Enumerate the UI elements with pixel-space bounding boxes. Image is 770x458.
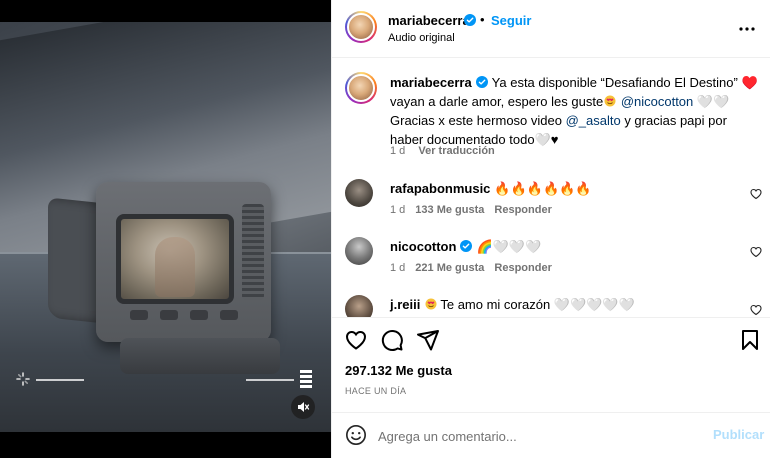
- caption-text: mariabecerra Ya esta disponible “Desafian…: [390, 73, 760, 149]
- heart-icon[interactable]: [344, 328, 368, 352]
- caption-username[interactable]: mariabecerra: [390, 75, 472, 90]
- verified-badge-icon: [464, 14, 476, 26]
- loading-spinner-icon: [16, 372, 30, 386]
- comment-item: nicocotton 🌈🤍🤍🤍 1 d 221 Me gusta Responder: [332, 237, 770, 295]
- comment-text: 🌈🤍🤍🤍: [476, 239, 542, 254]
- brand-logo-icon: [300, 370, 312, 388]
- heart-eyes-emoji-icon: [604, 95, 616, 107]
- comment-text: Te amo mi corazón 🤍🤍🤍🤍🤍: [440, 297, 635, 312]
- caption-author-avatar[interactable]: [345, 72, 377, 104]
- post-side-panel: mariabecerra • Seguir Audio original mar…: [331, 0, 770, 458]
- caption-text-part-1: Ya esta disponible “Desafiando El Destin…: [491, 75, 758, 90]
- commenter-avatar[interactable]: [345, 295, 373, 317]
- video-player[interactable]: [0, 22, 331, 432]
- commenter-avatar[interactable]: [345, 237, 373, 265]
- caption-age: 1 d: [390, 145, 406, 157]
- post-header: mariabecerra • Seguir Audio original: [332, 0, 770, 58]
- comment-composer: Publicar: [332, 412, 770, 458]
- verified-badge-icon: [460, 240, 473, 252]
- reply-button[interactable]: Responder: [494, 262, 551, 274]
- share-icon[interactable]: [416, 328, 440, 352]
- post-like-count[interactable]: 297.132 Me gusta: [345, 363, 452, 378]
- comment-like-heart-icon[interactable]: [750, 304, 762, 316]
- post-actions: 297.132 Me gusta HACE UN DÍA: [332, 317, 770, 417]
- follow-button[interactable]: Seguir: [491, 13, 531, 28]
- author-username[interactable]: mariabecerra: [388, 13, 470, 28]
- author-avatar[interactable]: [345, 11, 377, 43]
- audio-original-link[interactable]: Audio original: [388, 32, 455, 44]
- publish-button[interactable]: Publicar: [713, 427, 764, 442]
- caption-meta: 1 d Ver traducción: [390, 145, 495, 157]
- comment-body: nicocotton 🌈🤍🤍🤍: [390, 239, 541, 255]
- comment-body: j.reiii Te amo mi corazón 🤍🤍🤍🤍🤍: [390, 297, 635, 313]
- commenter-avatar[interactable]: [345, 179, 373, 207]
- reply-button[interactable]: Responder: [494, 204, 551, 216]
- muted-speaker-icon: [298, 402, 310, 412]
- comment-input[interactable]: [378, 423, 698, 449]
- comment-meta: 1 d 133 Me gusta Responder: [390, 204, 552, 216]
- mention-asalto[interactable]: @_asalto: [566, 113, 621, 128]
- comment-item: rafapabonmusic 🔥🔥🔥🔥🔥🔥 1 d 133 Me gusta Resp…: [332, 179, 770, 237]
- more-options-icon[interactable]: [737, 19, 757, 39]
- comment-like-count[interactable]: 221 Me gusta: [415, 262, 484, 274]
- comment-like-heart-icon[interactable]: [750, 246, 762, 258]
- commenter-username[interactable]: j.reiii: [390, 297, 420, 312]
- comment-body: rafapabonmusic 🔥🔥🔥🔥🔥🔥: [390, 181, 592, 197]
- video-progress-left: [36, 379, 84, 381]
- bookmark-icon[interactable]: [738, 328, 762, 352]
- post-timestamp[interactable]: HACE UN DÍA: [345, 386, 406, 396]
- comment-age: 1 d: [390, 204, 406, 216]
- video-frame-tv-knobs: [130, 310, 250, 326]
- caption-text-part-2: vayan a darle amor, espero les guste: [390, 94, 604, 109]
- video-progress-right: [246, 379, 294, 381]
- comment-text: 🔥🔥🔥🔥🔥🔥: [494, 181, 592, 196]
- comment-item: j.reiii Te amo mi corazón 🤍🤍🤍🤍🤍: [332, 295, 770, 317]
- mute-toggle-button[interactable]: [291, 395, 315, 419]
- verified-badge-icon: [475, 76, 488, 88]
- comment-icon[interactable]: [380, 328, 404, 352]
- comment-meta: 1 d 221 Me gusta Responder: [390, 262, 552, 274]
- separator-dot: •: [480, 12, 485, 27]
- commenter-username[interactable]: rafapabonmusic: [390, 181, 490, 196]
- comments-list[interactable]: mariabecerra Ya esta disponible “Desafian…: [332, 59, 770, 317]
- comment-age: 1 d: [390, 262, 406, 274]
- video-frame-tv-base: [120, 338, 280, 374]
- heart-eyes-emoji-icon: [425, 298, 437, 310]
- see-translation-button[interactable]: Ver traducción: [418, 145, 494, 157]
- comment-like-count[interactable]: 133 Me gusta: [415, 204, 484, 216]
- emoji-icon[interactable]: [345, 424, 367, 446]
- commenter-username[interactable]: nicocotton: [390, 239, 456, 254]
- video-frame-tv-grille: [242, 204, 264, 300]
- video-frame-tv: [96, 182, 271, 342]
- mention-nicocotton[interactable]: @nicocotton: [621, 94, 693, 109]
- video-frame-tv-screen: [116, 214, 234, 304]
- comment-like-heart-icon[interactable]: [750, 188, 762, 200]
- media-pane: [0, 0, 331, 458]
